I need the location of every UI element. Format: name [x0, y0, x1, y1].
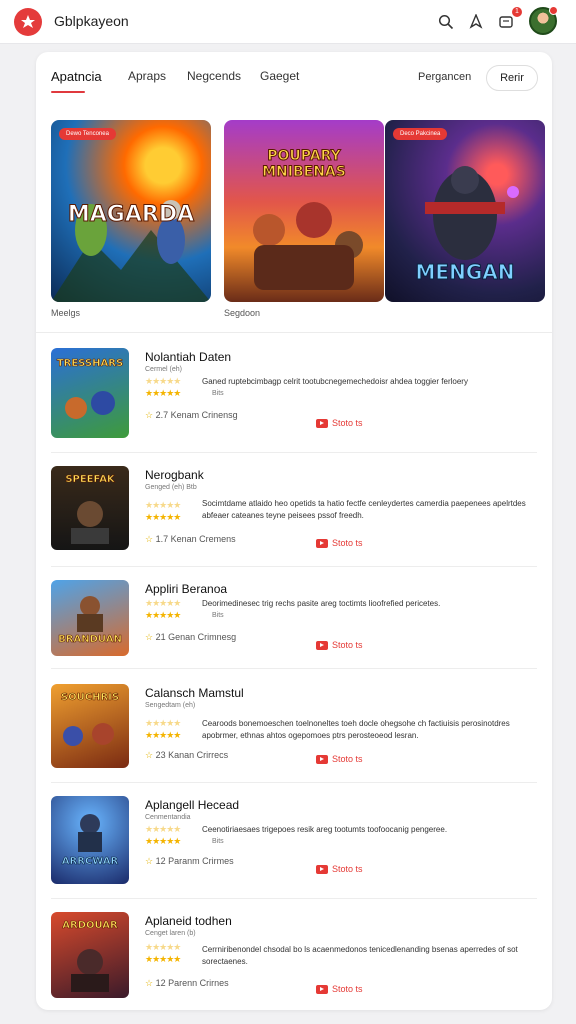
- featured-badge: Dewo Tenconea: [59, 128, 116, 140]
- app-meta: ☆ 12 Paranm Crirmes: [145, 856, 234, 866]
- install-button[interactable]: Stoto ts: [316, 864, 363, 874]
- rating-stars: ★★★★★: [145, 388, 181, 398]
- featured-card[interactable]: Dewo Tenconea MAGARDA: [51, 120, 211, 302]
- rating-stars: ★★★★★: [145, 500, 181, 510]
- rating-stars: ★★★★★: [145, 954, 181, 964]
- app-title: Gblpkayeon: [54, 13, 129, 29]
- app-description: Cearoods bonemoeschen toelnoneltes toeh …: [202, 719, 510, 740]
- app-name: Aplangell Hecead: [145, 798, 240, 812]
- app-name: Aplaneid todhen: [145, 914, 232, 928]
- app-description: Deorimedinesec trig rechs pasite areg to…: [202, 599, 441, 608]
- featured-badge: Deco Pakcinea: [393, 128, 448, 140]
- pergancen-link[interactable]: Pergancen: [418, 71, 471, 83]
- rating-stars: ★★★★★: [145, 718, 181, 728]
- list-divider: [51, 452, 537, 453]
- app-thumbnail: TRESSHARS: [51, 348, 129, 438]
- rating-stars: ★★★★★: [145, 598, 181, 608]
- app-meta: ☆ 12 Parenn Crirnes: [145, 978, 229, 988]
- rating-stars: ★★★★★: [145, 942, 181, 952]
- featured-label: Meelgs: [51, 308, 81, 318]
- app-thumbnail: SPEEFAK: [51, 466, 129, 550]
- star-icon: ☆: [145, 978, 154, 988]
- active-tab-indicator: [51, 91, 85, 93]
- install-button[interactable]: Stoto ts: [316, 754, 363, 764]
- filter-icon[interactable]: [465, 11, 487, 33]
- featured-title: MENGAN: [415, 260, 515, 285]
- rating-stars: ★★★★★: [145, 610, 181, 620]
- list-divider: [51, 668, 537, 669]
- play-icon: [316, 754, 328, 764]
- tab-apatncia[interactable]: Apatncia: [51, 69, 102, 84]
- app-subtitle: Cenget laren (b): [145, 930, 196, 937]
- rating-stars: ★★★★★: [145, 836, 181, 846]
- rating-note: Bits: [212, 838, 224, 845]
- install-button[interactable]: Stoto ts: [316, 984, 363, 994]
- app-thumbnail: SOUCHRIS: [51, 684, 129, 768]
- rating-stars: ★★★★★: [145, 730, 181, 740]
- play-icon: [316, 538, 328, 548]
- list-divider: [51, 898, 537, 899]
- main-card: Apatncia Apraps Negcends Gaeget Pergance…: [36, 52, 552, 1010]
- search-icon[interactable]: [435, 11, 457, 33]
- avatar-status-dot: [549, 6, 558, 15]
- install-button[interactable]: Stoto ts: [316, 538, 363, 548]
- app-meta: ☆ 21 Genan Crimnesg: [145, 632, 237, 642]
- app-logo[interactable]: [14, 8, 42, 36]
- app-meta: ☆ 1.7 Kenan Cremens: [145, 534, 236, 544]
- rating-stars: ★★★★★: [145, 376, 181, 386]
- tab-gaeget[interactable]: Gaeget: [260, 69, 299, 83]
- app-description: Socimtdame atlaido heo opetids ta hatio …: [202, 499, 526, 520]
- star-icon: ☆: [145, 410, 154, 420]
- rating-note: Bits: [212, 612, 224, 619]
- play-icon: [316, 640, 328, 650]
- app-meta: ☆ 23 Kanan Crirrecs: [145, 750, 229, 760]
- brand-icon: [21, 15, 35, 28]
- app-thumbnail: BRANDUAN: [51, 580, 129, 656]
- tab-negcends[interactable]: Negcends: [187, 69, 241, 83]
- install-button[interactable]: Stoto ts: [316, 640, 363, 650]
- featured-card[interactable]: POUPARY MNIBENAS: [224, 120, 384, 302]
- rating-stars: ★★★★★: [145, 824, 181, 834]
- star-icon: ☆: [145, 534, 154, 544]
- app-subtitle: Cermel (eh): [145, 366, 182, 373]
- featured-label: Segdoon: [224, 308, 261, 318]
- play-icon: [316, 864, 328, 874]
- notification-badge: 1: [512, 7, 522, 17]
- featured-title: MAGARDA: [67, 202, 195, 228]
- top-bar: Gblpkayeon 1: [0, 0, 576, 44]
- app-name: Appliri Beranoa: [145, 582, 228, 596]
- install-button[interactable]: Stoto ts: [316, 418, 363, 428]
- app-thumbnail: ARRCWAR: [51, 796, 129, 884]
- featured-title: POUPARY MNIBENAS: [262, 148, 347, 181]
- app-description: Cerrniribenondel chsodal bo ls acaenmedo…: [202, 945, 518, 966]
- play-icon: [316, 418, 328, 428]
- app-subtitle: Cenmentandia: [145, 814, 191, 821]
- rerir-button[interactable]: Rerir: [486, 65, 538, 91]
- app-description: Ganed ruptebcimbagp celrit tootubcnegeme…: [202, 377, 468, 386]
- app-name: Nolantiah Daten: [145, 350, 232, 364]
- app-description: Ceenotiriaesaes trigepoes resik areg too…: [202, 825, 448, 834]
- list-divider: [51, 782, 537, 783]
- star-icon: ☆: [145, 856, 154, 866]
- play-icon: [316, 984, 328, 994]
- app-subtitle: Sengedtam (eh): [145, 702, 196, 709]
- rating-stars: ★★★★★: [145, 512, 181, 522]
- app-meta: ☆ 2.7 Kenam Crinensg: [145, 410, 238, 420]
- star-icon: ☆: [145, 750, 154, 760]
- app-name: Nerogbank: [145, 468, 204, 482]
- featured-card[interactable]: Deco Pakcinea MENGAN: [385, 120, 545, 302]
- app-subtitle: Genged (eh) Btb: [145, 484, 197, 491]
- app-thumbnail: ARDOUAR: [51, 912, 129, 998]
- rating-note: Bits: [212, 390, 224, 397]
- avatar[interactable]: [529, 6, 558, 35]
- tab-bar: Apatncia Apraps Negcends Gaeget Pergance…: [36, 52, 552, 104]
- notifications-icon[interactable]: 1: [495, 7, 522, 33]
- list-divider: [51, 566, 537, 567]
- tab-apraps[interactable]: Apraps: [128, 69, 166, 83]
- star-icon: ☆: [145, 632, 154, 642]
- section-divider: [36, 332, 552, 333]
- app-name: Calansch Mamstul: [145, 686, 244, 700]
